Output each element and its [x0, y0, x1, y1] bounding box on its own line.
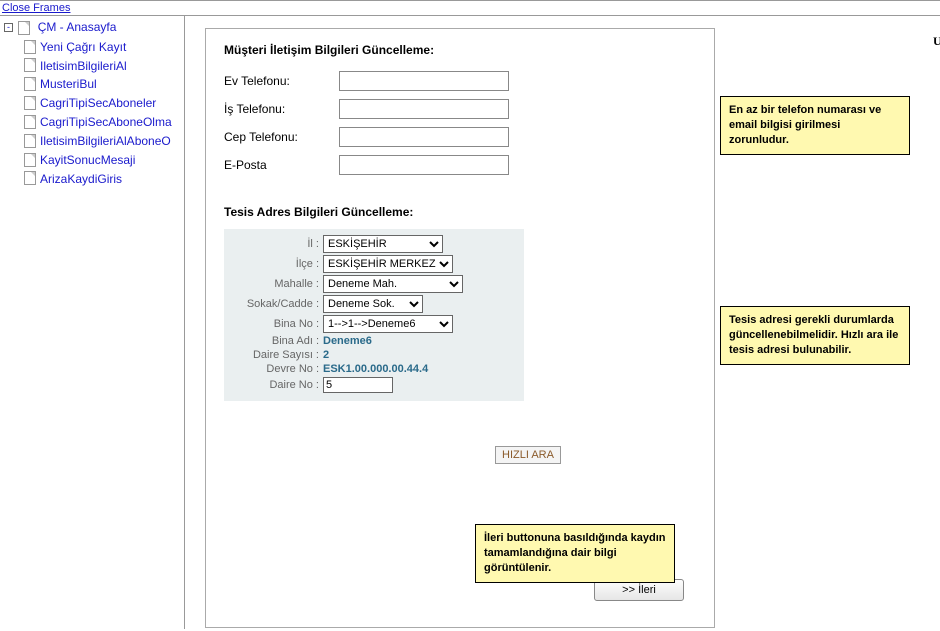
sokak-label: Sokak/Cadde :: [228, 298, 323, 310]
devreno-value: ESK1.00.000.00.44.4: [323, 363, 428, 375]
ev-tel-label: Ev Telefonu:: [224, 74, 339, 88]
eposta-input[interactable]: [339, 155, 509, 175]
page-icon: [24, 134, 36, 148]
sidebar-item-yeni-cagri[interactable]: Yeni Çağrı Kayıt: [24, 37, 184, 56]
sidebar: - ÇM - Anasayfa Yeni Çağrı Kayıt Iletisi…: [0, 16, 185, 629]
page-icon: [24, 115, 36, 129]
il-select[interactable]: ESKİŞEHİR: [323, 235, 443, 253]
binaadi-label: Bina Adı :: [228, 335, 323, 347]
devreno-label: Devre No :: [228, 363, 323, 375]
binano-label: Bina No :: [228, 318, 323, 330]
mahalle-select[interactable]: Deneme Mah.: [323, 275, 463, 293]
is-tel-input[interactable]: [339, 99, 509, 119]
section1-title: Müşteri İletişim Bilgileri Güncelleme:: [224, 43, 696, 57]
sidebar-item-ariza-kaydi[interactable]: ArizaKaydiGiris: [24, 169, 184, 188]
ev-tel-input[interactable]: [339, 71, 509, 91]
daireno-label: Daire No :: [228, 379, 323, 391]
ilce-label: İlçe :: [228, 258, 323, 270]
page-icon: [24, 153, 36, 167]
ilce-select[interactable]: ESKİŞEHİR MERKEZ: [323, 255, 453, 273]
hizli-ara-button[interactable]: HIZLI ARA: [495, 446, 561, 464]
sidebar-item-kayit-sonuc[interactable]: KayitSonucMesaji: [24, 150, 184, 169]
sidebar-root[interactable]: ÇM - Anasayfa: [38, 20, 117, 34]
sidebar-item-iletisim-abone[interactable]: IletisimBilgileriAlAboneO: [24, 131, 184, 150]
page-icon: [18, 21, 30, 35]
note-address-update: Tesis adresi gerekli durumlarda güncelle…: [720, 306, 910, 365]
sidebar-item-iletisim-al[interactable]: IletisimBilgileriAl: [24, 56, 184, 75]
close-frames-link[interactable]: Close Frames: [2, 2, 70, 14]
mahalle-label: Mahalle :: [228, 278, 323, 290]
sidebar-item-cagritipi-aboneolma[interactable]: CagriTipiSecAboneOlma: [24, 112, 184, 131]
sidebar-item-cagritipi-aboneler[interactable]: CagriTipiSecAboneler: [24, 93, 184, 112]
note-ileri-info: İleri buttonuna basıldığında kaydın tama…: [475, 524, 675, 583]
daireno-input[interactable]: [323, 377, 393, 393]
dairesayisi-label: Daire Sayısı :: [228, 349, 323, 361]
dairesayisi-value: 2: [323, 349, 329, 361]
page-icon: [24, 40, 36, 54]
page-icon: [24, 171, 36, 185]
eposta-label: E-Posta: [224, 158, 339, 172]
sidebar-item-musteri-bul[interactable]: MusteriBul: [24, 74, 184, 93]
page-icon: [24, 96, 36, 110]
cep-tel-input[interactable]: [339, 127, 509, 147]
cep-tel-label: Cep Telefonu:: [224, 130, 339, 144]
note-phone-required: En az bir telefon numarası ve email bilg…: [720, 96, 910, 155]
sokak-select[interactable]: Deneme Sok.: [323, 295, 423, 313]
address-block: İl : ESKİŞEHİR İlçe : ESKİŞEHİR MERKEZ M…: [224, 229, 524, 401]
binaadi-value: Deneme6: [323, 335, 372, 347]
page-icon: [24, 58, 36, 72]
is-tel-label: İş Telefonu:: [224, 102, 339, 116]
il-label: İl :: [228, 238, 323, 250]
tree-collapse-icon[interactable]: -: [4, 23, 13, 32]
screen-ref-id: UIF_CM_TalepEkle_004: [933, 34, 940, 49]
section2-title: Tesis Adres Bilgileri Güncelleme:: [224, 205, 696, 219]
binano-select[interactable]: 1-->1-->Deneme6: [323, 315, 453, 333]
page-icon: [24, 77, 36, 91]
